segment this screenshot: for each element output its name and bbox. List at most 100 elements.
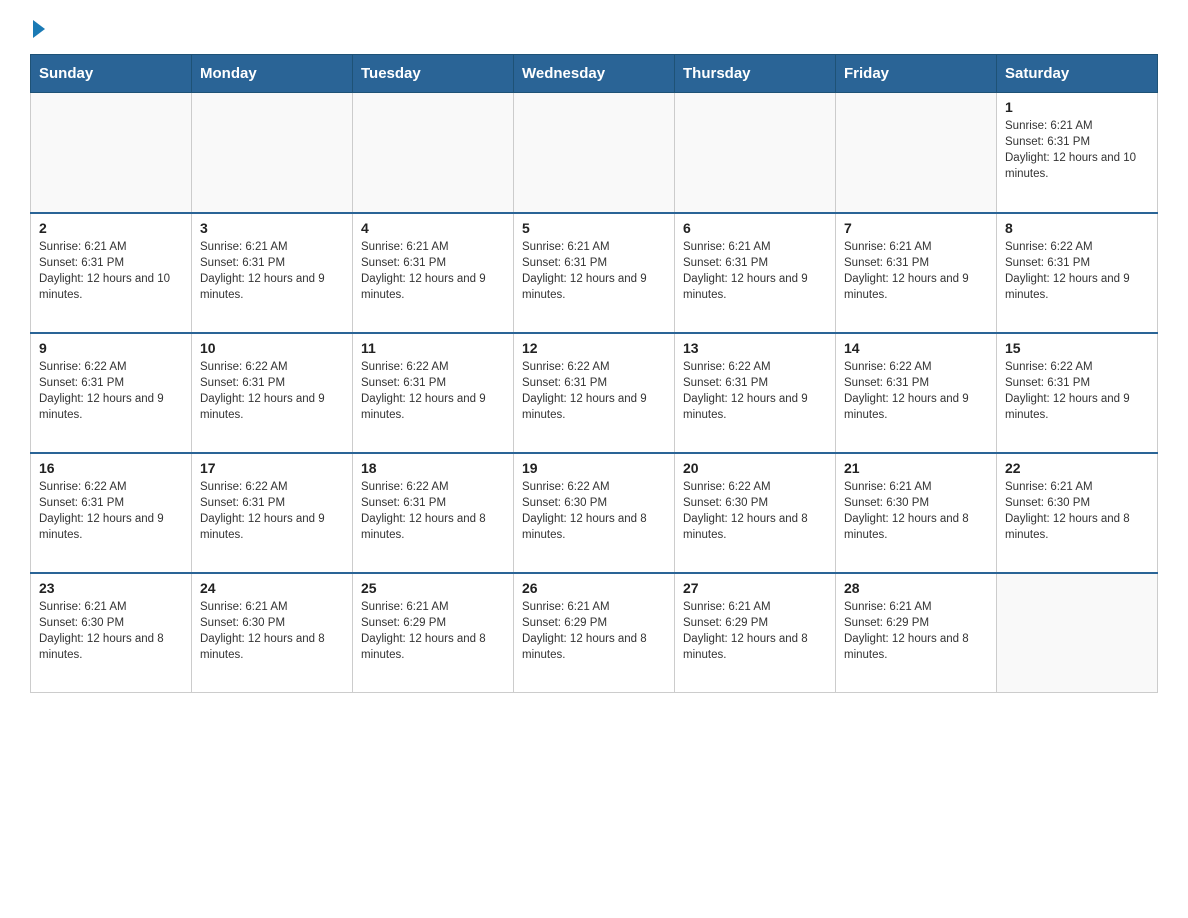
day-info: Sunrise: 6:21 AMSunset: 6:29 PMDaylight:… xyxy=(683,599,827,663)
header-thursday: Thursday xyxy=(675,55,836,93)
calendar-day-cell: 10 Sunrise: 6:22 AMSunset: 6:31 PMDayligh… xyxy=(192,333,353,453)
calendar-day-cell xyxy=(675,93,836,213)
calendar-day-cell: 6 Sunrise: 6:21 AMSunset: 6:31 PMDaylight… xyxy=(675,213,836,333)
header-friday: Friday xyxy=(836,55,997,93)
calendar-week-row: 2 Sunrise: 6:21 AMSunset: 6:31 PMDaylight… xyxy=(31,213,1158,333)
day-number: 19 xyxy=(522,460,666,476)
calendar-day-cell: 22 Sunrise: 6:21 AMSunset: 6:30 PMDayligh… xyxy=(997,453,1158,573)
calendar-day-cell: 21 Sunrise: 6:21 AMSunset: 6:30 PMDayligh… xyxy=(836,453,997,573)
calendar-table: SundayMondayTuesdayWednesdayThursdayFrid… xyxy=(30,54,1158,693)
day-number: 15 xyxy=(1005,340,1149,356)
calendar-day-cell: 27 Sunrise: 6:21 AMSunset: 6:29 PMDayligh… xyxy=(675,573,836,693)
header-monday: Monday xyxy=(192,55,353,93)
day-number: 21 xyxy=(844,460,988,476)
day-info: Sunrise: 6:22 AMSunset: 6:31 PMDaylight:… xyxy=(361,479,505,543)
day-info: Sunrise: 6:21 AMSunset: 6:30 PMDaylight:… xyxy=(39,599,183,663)
day-number: 22 xyxy=(1005,460,1149,476)
calendar-day-cell xyxy=(353,93,514,213)
day-number: 6 xyxy=(683,220,827,236)
calendar-day-cell: 25 Sunrise: 6:21 AMSunset: 6:29 PMDayligh… xyxy=(353,573,514,693)
day-info: Sunrise: 6:21 AMSunset: 6:31 PMDaylight:… xyxy=(39,239,183,303)
day-info: Sunrise: 6:21 AMSunset: 6:29 PMDaylight:… xyxy=(522,599,666,663)
calendar-day-cell: 5 Sunrise: 6:21 AMSunset: 6:31 PMDaylight… xyxy=(514,213,675,333)
day-info: Sunrise: 6:21 AMSunset: 6:31 PMDaylight:… xyxy=(683,239,827,303)
day-number: 1 xyxy=(1005,99,1149,115)
day-info: Sunrise: 6:21 AMSunset: 6:29 PMDaylight:… xyxy=(844,599,988,663)
day-number: 5 xyxy=(522,220,666,236)
day-info: Sunrise: 6:21 AMSunset: 6:31 PMDaylight:… xyxy=(361,239,505,303)
calendar-day-cell: 13 Sunrise: 6:22 AMSunset: 6:31 PMDayligh… xyxy=(675,333,836,453)
day-info: Sunrise: 6:22 AMSunset: 6:31 PMDaylight:… xyxy=(200,479,344,543)
day-info: Sunrise: 6:22 AMSunset: 6:30 PMDaylight:… xyxy=(522,479,666,543)
day-number: 27 xyxy=(683,580,827,596)
calendar-week-row: 9 Sunrise: 6:22 AMSunset: 6:31 PMDaylight… xyxy=(31,333,1158,453)
calendar-day-cell: 28 Sunrise: 6:21 AMSunset: 6:29 PMDayligh… xyxy=(836,573,997,693)
day-info: Sunrise: 6:22 AMSunset: 6:31 PMDaylight:… xyxy=(683,359,827,423)
header-sunday: Sunday xyxy=(31,55,192,93)
day-number: 2 xyxy=(39,220,183,236)
day-number: 7 xyxy=(844,220,988,236)
calendar-day-cell: 18 Sunrise: 6:22 AMSunset: 6:31 PMDayligh… xyxy=(353,453,514,573)
day-info: Sunrise: 6:21 AMSunset: 6:30 PMDaylight:… xyxy=(1005,479,1149,543)
day-number: 25 xyxy=(361,580,505,596)
calendar-day-cell: 15 Sunrise: 6:22 AMSunset: 6:31 PMDayligh… xyxy=(997,333,1158,453)
calendar-day-cell: 19 Sunrise: 6:22 AMSunset: 6:30 PMDayligh… xyxy=(514,453,675,573)
logo-arrow-icon xyxy=(33,20,45,38)
day-info: Sunrise: 6:21 AMSunset: 6:30 PMDaylight:… xyxy=(200,599,344,663)
header-wednesday: Wednesday xyxy=(514,55,675,93)
calendar-day-cell: 1 Sunrise: 6:21 AMSunset: 6:31 PMDaylight… xyxy=(997,93,1158,213)
calendar-day-cell: 17 Sunrise: 6:22 AMSunset: 6:31 PMDayligh… xyxy=(192,453,353,573)
day-info: Sunrise: 6:21 AMSunset: 6:30 PMDaylight:… xyxy=(844,479,988,543)
header xyxy=(30,20,1158,38)
day-info: Sunrise: 6:22 AMSunset: 6:31 PMDaylight:… xyxy=(361,359,505,423)
logo xyxy=(30,20,45,38)
calendar-day-cell: 23Sunrise: 6:21 AMSunset: 6:30 PMDayligh… xyxy=(31,573,192,693)
day-number: 28 xyxy=(844,580,988,596)
calendar-day-cell xyxy=(192,93,353,213)
day-info: Sunrise: 6:21 AMSunset: 6:31 PMDaylight:… xyxy=(844,239,988,303)
day-info: Sunrise: 6:21 AMSunset: 6:31 PMDaylight:… xyxy=(522,239,666,303)
day-number: 18 xyxy=(361,460,505,476)
day-info: Sunrise: 6:22 AMSunset: 6:31 PMDaylight:… xyxy=(200,359,344,423)
day-info: Sunrise: 6:21 AMSunset: 6:31 PMDaylight:… xyxy=(200,239,344,303)
calendar-day-cell: 12 Sunrise: 6:22 AMSunset: 6:31 PMDayligh… xyxy=(514,333,675,453)
calendar-day-cell: 7 Sunrise: 6:21 AMSunset: 6:31 PMDaylight… xyxy=(836,213,997,333)
calendar-week-row: 16 Sunrise: 6:22 AMSunset: 6:31 PMDayligh… xyxy=(31,453,1158,573)
day-number: 26 xyxy=(522,580,666,596)
day-info: Sunrise: 6:22 AMSunset: 6:31 PMDaylight:… xyxy=(39,479,183,543)
day-number: 9 xyxy=(39,340,183,356)
calendar-day-cell: 3 Sunrise: 6:21 AMSunset: 6:31 PMDaylight… xyxy=(192,213,353,333)
day-number: 8 xyxy=(1005,220,1149,236)
day-number: 17 xyxy=(200,460,344,476)
day-info: Sunrise: 6:22 AMSunset: 6:31 PMDaylight:… xyxy=(844,359,988,423)
calendar-day-cell: 16 Sunrise: 6:22 AMSunset: 6:31 PMDayligh… xyxy=(31,453,192,573)
calendar-day-cell xyxy=(31,93,192,213)
day-info: Sunrise: 6:22 AMSunset: 6:31 PMDaylight:… xyxy=(1005,359,1149,423)
day-info: Sunrise: 6:22 AMSunset: 6:31 PMDaylight:… xyxy=(39,359,183,423)
day-info: Sunrise: 6:22 AMSunset: 6:31 PMDaylight:… xyxy=(1005,239,1149,303)
day-number: 13 xyxy=(683,340,827,356)
day-number: 4 xyxy=(361,220,505,236)
calendar-day-cell: 24 Sunrise: 6:21 AMSunset: 6:30 PMDayligh… xyxy=(192,573,353,693)
day-info: Sunrise: 6:21 AMSunset: 6:31 PMDaylight:… xyxy=(1005,118,1149,182)
day-number: 3 xyxy=(200,220,344,236)
day-info: Sunrise: 6:22 AMSunset: 6:30 PMDaylight:… xyxy=(683,479,827,543)
day-info: Sunrise: 6:22 AMSunset: 6:31 PMDaylight:… xyxy=(522,359,666,423)
calendar-day-cell xyxy=(836,93,997,213)
calendar-day-cell xyxy=(997,573,1158,693)
day-number: 10 xyxy=(200,340,344,356)
day-number: 24 xyxy=(200,580,344,596)
calendar-day-cell: 9 Sunrise: 6:22 AMSunset: 6:31 PMDaylight… xyxy=(31,333,192,453)
day-info: Sunrise: 6:21 AMSunset: 6:29 PMDaylight:… xyxy=(361,599,505,663)
day-number: 14 xyxy=(844,340,988,356)
header-saturday: Saturday xyxy=(997,55,1158,93)
day-number: 16 xyxy=(39,460,183,476)
calendar-day-cell: 26 Sunrise: 6:21 AMSunset: 6:29 PMDayligh… xyxy=(514,573,675,693)
calendar-day-cell: 2 Sunrise: 6:21 AMSunset: 6:31 PMDaylight… xyxy=(31,213,192,333)
calendar-day-cell: 20Sunrise: 6:22 AMSunset: 6:30 PMDayligh… xyxy=(675,453,836,573)
calendar-day-cell: 11Sunrise: 6:22 AMSunset: 6:31 PMDayligh… xyxy=(353,333,514,453)
header-tuesday: Tuesday xyxy=(353,55,514,93)
calendar-day-cell: 14 Sunrise: 6:22 AMSunset: 6:31 PMDayligh… xyxy=(836,333,997,453)
calendar-week-row: 1 Sunrise: 6:21 AMSunset: 6:31 PMDaylight… xyxy=(31,93,1158,213)
day-number: 12 xyxy=(522,340,666,356)
